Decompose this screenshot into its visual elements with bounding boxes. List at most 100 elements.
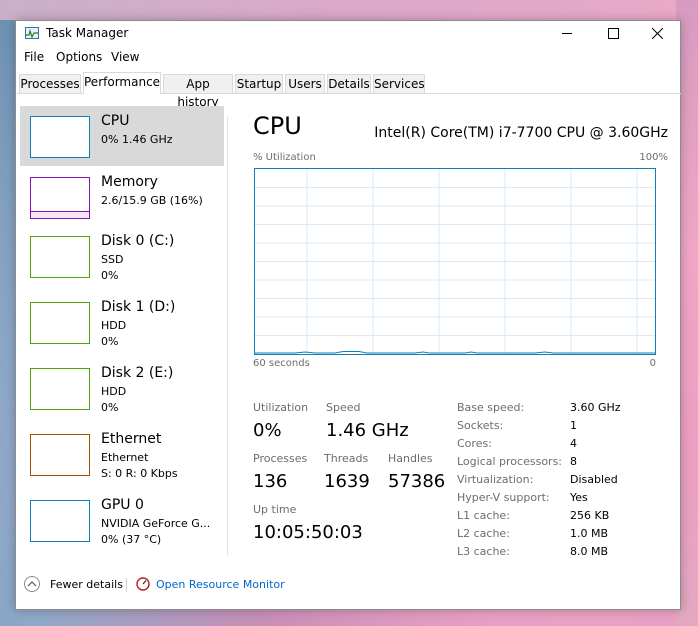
spec-value-sockets: 1 xyxy=(570,419,577,432)
cpu-usage-line xyxy=(255,351,655,354)
tab-app-history[interactable]: App history xyxy=(163,74,233,109)
sidebar-item-name: Memory xyxy=(101,174,158,190)
fewer-details-button[interactable]: Fewer details xyxy=(50,578,123,591)
cpu-model-name: Intel(R) Core(TM) i7-7700 CPU @ 3.60GHz xyxy=(374,125,668,141)
maximize-icon xyxy=(607,27,619,39)
spec-label-l1-cache: L1 cache: xyxy=(457,509,510,522)
footer-separator xyxy=(126,578,127,592)
sidebar-item-sub: 0% 1.46 GHz xyxy=(101,133,173,146)
graph-gridlines xyxy=(255,169,655,354)
tab-details[interactable]: Details xyxy=(327,74,371,93)
task-manager-app-icon xyxy=(25,27,39,39)
sidebar-item-name: Ethernet xyxy=(101,431,162,447)
menu-options[interactable]: Options xyxy=(56,50,102,64)
sidebar-item-ethernet[interactable]: Ethernet Ethernet S: 0 R: 0 Kbps xyxy=(20,431,224,491)
spec-label-base-speed: Base speed: xyxy=(457,401,525,414)
spec-label-hyper-v: Hyper-V support: xyxy=(457,491,550,504)
sidebar-item-gpu0[interactable]: GPU 0 NVIDIA GeForce G... 0% (37 °C) xyxy=(20,497,224,557)
spec-value-virtualization: Disabled xyxy=(570,473,618,486)
sidebar-item-sub: NVIDIA GeForce G... xyxy=(101,517,211,530)
graph-time-span-label: 60 seconds xyxy=(253,358,310,369)
sidebar-item-name: Disk 0 (C:) xyxy=(101,233,175,249)
sidebar-item-name: CPU xyxy=(101,113,130,129)
spec-label-logical-processors: Logical processors: xyxy=(457,455,563,468)
window-title: Task Manager xyxy=(46,26,129,40)
sidebar-item-sub: SSD xyxy=(101,253,124,266)
sidebar-item-usage: 0% (37 °C) xyxy=(101,533,162,546)
page-title: CPU xyxy=(253,112,302,140)
spec-value-l3-cache: 8.0 MB xyxy=(570,545,609,558)
spec-value-logical-processors: 8 xyxy=(570,455,577,468)
handles-value: 57386 xyxy=(388,471,446,492)
speed-value: 1.46 GHz xyxy=(326,420,409,441)
sidebar-item-disk1[interactable]: Disk 1 (D:) HDD 0% xyxy=(20,299,224,359)
sidebar-item-memory[interactable]: Memory 2.6/15.9 GB (16%) xyxy=(20,167,224,227)
speed-label: Speed xyxy=(326,401,361,414)
spec-label-l3-cache: L3 cache: xyxy=(457,545,510,558)
sidebar-divider xyxy=(227,116,228,556)
gpu0-thumbnail-graph xyxy=(30,500,90,542)
sidebar-item-disk0[interactable]: Disk 0 (C:) SSD 0% xyxy=(20,233,224,293)
tab-processes[interactable]: Processes xyxy=(19,74,81,93)
resource-monitor-icon[interactable] xyxy=(136,577,150,591)
maximize-button[interactable] xyxy=(590,21,636,45)
collapse-chevron-icon[interactable] xyxy=(24,576,40,592)
cpu-graph-canvas xyxy=(255,169,655,354)
open-resource-monitor-link[interactable]: Open Resource Monitor xyxy=(156,578,285,591)
menu-bar: File Options View xyxy=(16,48,680,68)
processes-value: 136 xyxy=(253,471,288,492)
desktop-background-top xyxy=(0,0,698,20)
sidebar-item-cpu[interactable]: CPU 0% 1.46 GHz xyxy=(20,106,224,166)
minimize-icon xyxy=(562,32,572,34)
spec-value-hyper-v: Yes xyxy=(570,491,588,504)
tab-users[interactable]: Users xyxy=(285,74,325,93)
sidebar-item-sub: HDD xyxy=(101,319,127,332)
handles-label: Handles xyxy=(388,452,433,465)
sidebar-item-name: Disk 2 (E:) xyxy=(101,365,174,381)
sidebar-item-name: GPU 0 xyxy=(101,497,144,513)
utilization-graph-label: % Utilization xyxy=(253,152,316,163)
sidebar-item-sub: 2.6/15.9 GB (16%) xyxy=(101,194,203,207)
spec-label-cores: Cores: xyxy=(457,437,492,450)
uptime-value: 10:05:50:03 xyxy=(253,522,363,543)
sidebar-item-throughput: S: 0 R: 0 Kbps xyxy=(101,467,178,480)
tab-startup[interactable]: Startup xyxy=(235,74,283,93)
processes-label: Processes xyxy=(253,452,308,465)
cpu-detail-panel: CPU Intel(R) Core(TM) i7-7700 CPU @ 3.60… xyxy=(253,106,668,566)
sidebar-item-usage: 0% xyxy=(101,335,119,348)
tab-strip: Processes Performance App history Startu… xyxy=(17,72,681,109)
title-bar[interactable]: Task Manager xyxy=(16,21,680,45)
memory-usage-fill xyxy=(31,211,89,218)
spec-value-l1-cache: 256 KB xyxy=(570,509,610,522)
tab-services[interactable]: Services xyxy=(373,74,425,93)
tab-performance[interactable]: Performance xyxy=(83,72,161,94)
memory-thumbnail-graph xyxy=(30,177,90,219)
spec-value-l2-cache: 1.0 MB xyxy=(570,527,609,540)
close-button[interactable] xyxy=(634,21,680,45)
minimize-button[interactable] xyxy=(544,21,590,45)
spec-label-virtualization: Virtualization: xyxy=(457,473,534,486)
disk1-thumbnail-graph xyxy=(30,302,90,344)
graph-time-end-label: 0 xyxy=(649,358,656,369)
utilization-max-label: 100% xyxy=(639,152,668,163)
utilization-label: Utilization xyxy=(253,401,309,414)
task-manager-window: Task Manager File Options View Processes… xyxy=(15,20,681,610)
footer-bar: Fewer details Open Resource Monitor xyxy=(16,573,680,603)
spec-label-l2-cache: L2 cache: xyxy=(457,527,510,540)
spec-label-sockets: Sockets: xyxy=(457,419,504,432)
spec-value-cores: 4 xyxy=(570,437,577,450)
sidebar-item-disk2[interactable]: Disk 2 (E:) HDD 0% xyxy=(20,365,224,425)
menu-file[interactable]: File xyxy=(24,50,44,64)
sidebar-item-sub: Ethernet xyxy=(101,451,149,464)
sidebar-item-sub: HDD xyxy=(101,385,127,398)
sidebar-item-usage: 0% xyxy=(101,269,119,282)
menu-view[interactable]: View xyxy=(111,50,139,64)
disk0-thumbnail-graph xyxy=(30,236,90,278)
cpu-thumbnail-graph xyxy=(30,116,90,158)
ethernet-thumbnail-graph xyxy=(30,434,90,476)
sidebar-item-usage: 0% xyxy=(101,401,119,414)
threads-label: Threads xyxy=(324,452,369,465)
sidebar-item-name: Disk 1 (D:) xyxy=(101,299,176,315)
utilization-value: 0% xyxy=(253,420,282,441)
disk2-thumbnail-graph xyxy=(30,368,90,410)
